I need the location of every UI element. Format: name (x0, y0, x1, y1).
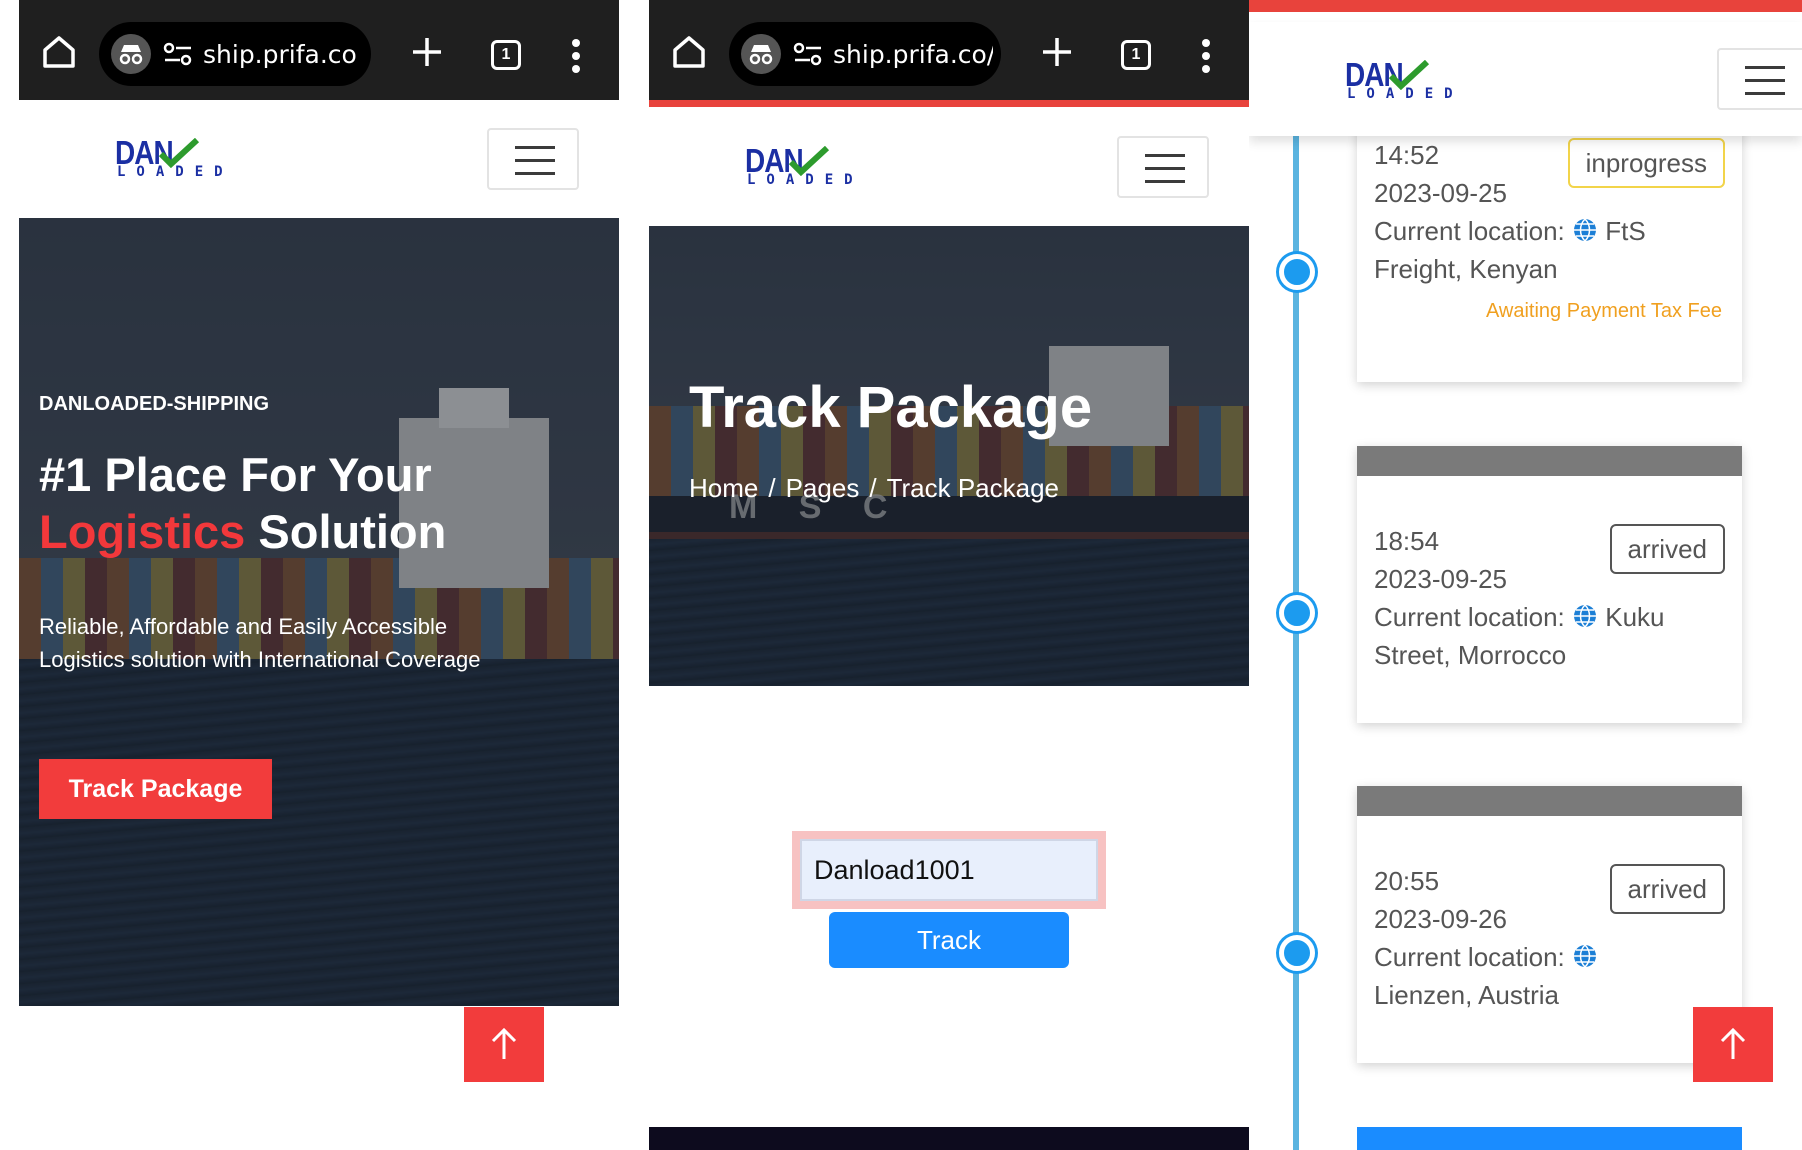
incognito-icon (741, 34, 781, 74)
event-time: 20:55 (1374, 866, 1440, 896)
top-accent-bar (1249, 0, 1802, 12)
track-button[interactable]: Track (829, 912, 1069, 968)
event-time: 18:54 (1374, 526, 1440, 556)
event-date: 2023-09-26 (1374, 904, 1507, 934)
address-bar[interactable]: ship.prifa.co/ (729, 22, 1001, 86)
back-to-top-button[interactable] (464, 1007, 544, 1082)
site-settings-icon[interactable] (163, 42, 193, 66)
address-bar[interactable]: ship.prifa.co (99, 22, 371, 86)
event-date: 2023-09-25 (1374, 178, 1507, 208)
status-badge: inprogress (1567, 138, 1725, 188)
screenshot-home: ship.prifa.co 1 DAN LOADED S C DANLOADED… (19, 0, 619, 1150)
more-menu-icon[interactable] (1201, 38, 1211, 74)
page-header-banner: M S C Track Package Home / Pages / Track Pac… (649, 226, 1249, 686)
hero-banner: S C DANLOADED-SHIPPING #1 Place For Your… (19, 218, 619, 1006)
status-badge: arrived (1609, 524, 1725, 574)
hero-heading: #1 Place For Your Logistics Solution (39, 448, 447, 558)
event-location: Current location: Kuku (1374, 602, 1665, 632)
more-menu-icon[interactable] (571, 38, 581, 74)
track-package-button[interactable]: Track Package (39, 759, 272, 819)
screenshot-track-page: ship.prifa.co/ 1 DAN LOADED M S C Track … (649, 0, 1249, 1150)
card-header-bar (1357, 786, 1742, 816)
hamburger-icon[interactable] (1717, 48, 1802, 110)
incognito-icon (111, 34, 151, 74)
event-location-line2: Freight, Kenyan (1374, 254, 1558, 284)
back-to-top-button[interactable] (1693, 1007, 1773, 1082)
status-badge: arrived (1609, 864, 1725, 914)
event-location: Current location: (1374, 938, 1598, 976)
arrow-up-icon (1720, 1027, 1746, 1059)
home-icon[interactable] (669, 32, 709, 72)
globe-icon (1574, 944, 1596, 968)
site-header: DAN LOADED (1249, 22, 1802, 136)
tracking-input-wrapper: Danload1001 (792, 831, 1106, 909)
footer-edge (649, 1127, 1249, 1150)
globe-icon (1574, 604, 1596, 628)
globe-icon (1574, 218, 1596, 242)
new-tab-icon[interactable] (1041, 36, 1073, 68)
hero-paragraph: Reliable, Affordable and Easily Accessib… (39, 614, 481, 672)
tab-switcher-icon[interactable]: 1 (491, 40, 521, 70)
page-title: Track Package (689, 375, 1093, 440)
site-settings-icon[interactable] (793, 42, 823, 66)
timeline-dot (1279, 595, 1315, 631)
tracking-number-input[interactable]: Danload1001 (800, 839, 1098, 901)
card-header-bar (1357, 446, 1742, 476)
event-location: Current location: FtS (1374, 216, 1646, 246)
site-logo[interactable]: DAN LOADED (115, 134, 245, 182)
hamburger-icon[interactable] (1117, 136, 1209, 198)
timeline-dot (1279, 254, 1315, 290)
event-location-line2: Street, Morrocco (1374, 640, 1567, 670)
breadcrumb-home[interactable]: Home (689, 473, 758, 503)
event-date: 2023-09-25 (1374, 564, 1507, 594)
breadcrumb-pages[interactable]: Pages (786, 473, 860, 503)
site-logo[interactable]: DAN LOADED (745, 142, 875, 190)
browser-toolbar: ship.prifa.co 1 (19, 0, 619, 100)
event-time: 14:52 (1374, 140, 1440, 170)
tracking-event-card: 18:54 2023-09-25 Current location: Kuku … (1357, 446, 1742, 723)
browser-toolbar: ship.prifa.co/ 1 (649, 0, 1249, 107)
new-tab-icon[interactable] (411, 36, 443, 68)
next-card-edge (1357, 1127, 1742, 1150)
arrow-up-icon (491, 1027, 517, 1059)
url-text: ship.prifa.co (203, 40, 357, 69)
url-text: ship.prifa.co/ (833, 40, 993, 69)
breadcrumb-current: Track Package (886, 473, 1060, 503)
home-icon[interactable] (39, 32, 79, 72)
site-logo[interactable]: DAN LOADED (1345, 56, 1475, 104)
event-location-line2: Lienzen, Austria (1374, 980, 1560, 1010)
status-note: Awaiting Payment Tax Fee (1485, 300, 1722, 322)
tab-switcher-icon[interactable]: 1 (1121, 40, 1151, 70)
breadcrumb: Home / Pages / Track Package (689, 473, 1060, 503)
hamburger-icon[interactable] (487, 128, 579, 190)
tracking-event-card: 20:55 2023-09-26 Current location: Lienz… (1357, 786, 1742, 1063)
hero-eyebrow: DANLOADED-SHIPPING (39, 393, 270, 415)
screenshot-tracking-timeline: DAN LOADED 14:52 2023-09-25 Current loca… (1249, 0, 1802, 1150)
timeline-dot (1279, 935, 1315, 971)
